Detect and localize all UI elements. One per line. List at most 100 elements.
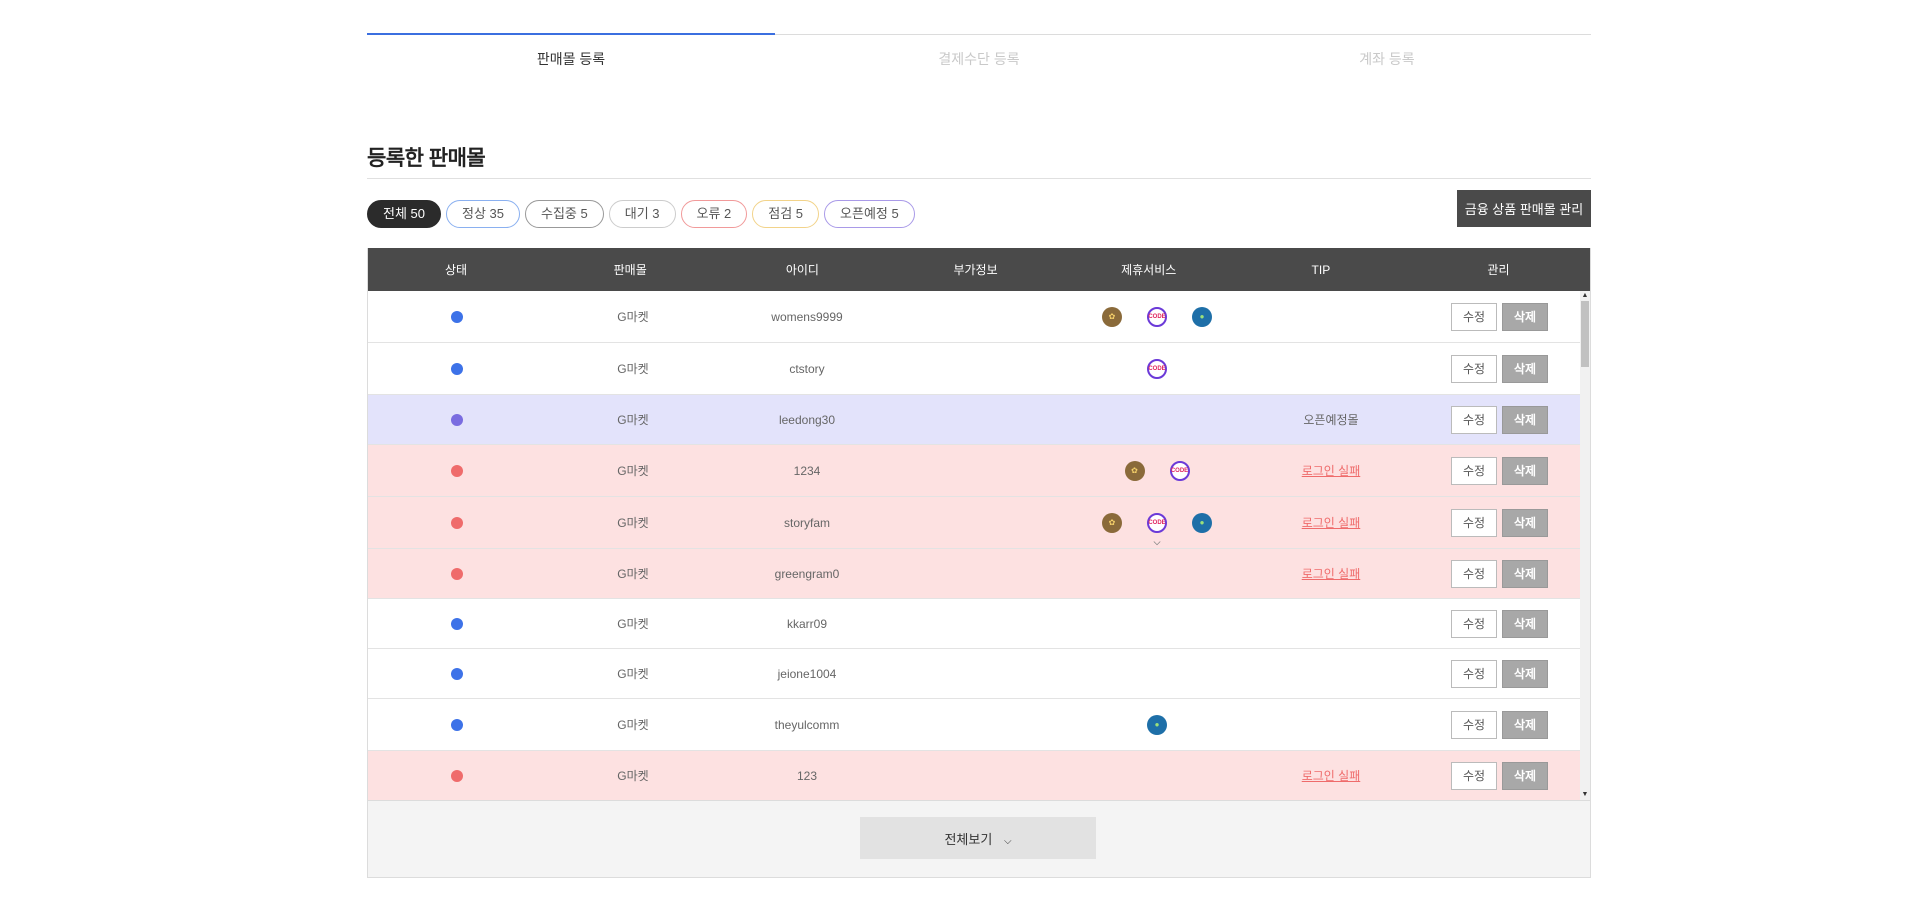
table-row: G마켓 kkarr09 수정 삭제 [368, 599, 1581, 649]
chevron-down-icon[interactable]: ⌵ [1154, 537, 1161, 548]
delete-button[interactable]: 삭제 [1502, 456, 1548, 485]
delete-button[interactable]: 삭제 [1502, 559, 1548, 588]
coin-service-icon[interactable]: ✿ [1102, 512, 1122, 533]
edit-button[interactable]: 수정 [1451, 354, 1497, 383]
filter-chip[interactable]: 정상 35 [446, 200, 520, 228]
delete-button[interactable]: 삭제 [1502, 659, 1548, 688]
status-cell [368, 310, 546, 323]
manage-cell: 수정 삭제 [1418, 609, 1581, 638]
mall-table: 상태 판매몰 아이디 부가정보 제휴서비스 TIP 관리 G마켓 womens99… [367, 248, 1591, 878]
tip-cell[interactable]: 로그인 실패 [1244, 565, 1418, 582]
code-service-icon[interactable]: CODE ⌵ [1147, 512, 1167, 547]
filter-chip[interactable]: 점검 5 [752, 200, 820, 228]
globe-service-icon[interactable]: ● [1192, 512, 1212, 533]
id-cell: womens9999 [771, 309, 843, 324]
status-dot-icon [451, 413, 463, 426]
id-cell: kkarr09 [786, 616, 827, 631]
delete-button[interactable]: 삭제 [1502, 508, 1548, 537]
mall-cell: G마켓 [617, 617, 649, 631]
table-scrollbar[interactable]: ▲ ▼ [1580, 291, 1590, 800]
edit-button[interactable]: 수정 [1451, 456, 1497, 485]
code-service-icon[interactable]: CODE [1169, 460, 1190, 481]
status-cell [368, 362, 546, 375]
edit-button[interactable]: 수정 [1451, 609, 1497, 638]
table-row: G마켓 theyulcomm ● 수정 삭제 [368, 699, 1581, 751]
globe-service-icon[interactable]: ● [1147, 714, 1167, 735]
view-all-label: 전체보기 [944, 831, 993, 847]
step-tabs: 판매몰 등록 결제수단 등록 계좌 등록 [367, 33, 1591, 74]
delete-button[interactable]: 삭제 [1502, 609, 1548, 638]
id-cell: theyulcomm [774, 717, 840, 732]
scroll-up-arrow-icon[interactable]: ▲ [1580, 291, 1590, 301]
login-fail-link[interactable]: 로그인 실패 [1302, 462, 1361, 479]
id-cell: jeione1004 [777, 666, 837, 681]
status-dot-icon [451, 769, 463, 782]
table-row: G마켓 leedong30 오픈예정몰 수정 삭제 [368, 395, 1581, 445]
mall-cell: G마켓 [617, 516, 649, 530]
header-id: 아이디 [785, 263, 819, 277]
filter-chip[interactable]: 오류 2 [680, 200, 748, 228]
filter-chip[interactable]: 전체 50 [367, 200, 441, 228]
id-cell: ctstory [789, 361, 825, 376]
filter-chip[interactable]: 수집중 5 [525, 200, 604, 228]
mall-cell: G마켓 [617, 567, 649, 581]
tip-cell[interactable]: 로그인 실패 [1244, 514, 1418, 531]
manage-cell: 수정 삭제 [1418, 761, 1581, 790]
manage-cell: 수정 삭제 [1418, 659, 1581, 688]
edit-button[interactable]: 수정 [1451, 761, 1497, 790]
edit-button[interactable]: 수정 [1451, 302, 1497, 331]
coin-service-icon[interactable]: ✿ [1124, 460, 1145, 481]
step-mall-register[interactable]: 판매몰 등록 [367, 33, 775, 74]
scroll-thumb[interactable] [1581, 301, 1589, 367]
filter-chip[interactable]: 오픈예정 5 [824, 200, 915, 228]
status-cell [368, 667, 546, 680]
filter-chip[interactable]: 대기 3 [608, 200, 676, 228]
section-title: 등록한 판매몰 [367, 147, 486, 170]
step-payment-register[interactable]: 결제수단 등록 [775, 34, 1183, 74]
edit-button[interactable]: 수정 [1451, 508, 1497, 537]
login-fail-link[interactable]: 로그인 실패 [1302, 767, 1361, 784]
edit-button[interactable]: 수정 [1451, 405, 1497, 434]
tip-cell[interactable]: 로그인 실패 [1244, 767, 1418, 784]
status-cell [368, 617, 546, 630]
delete-button[interactable]: 삭제 [1502, 354, 1548, 383]
financial-mall-manage-button[interactable]: 금융 상품 판매몰 관리 [1457, 190, 1591, 227]
manage-cell: 수정 삭제 [1418, 354, 1581, 383]
delete-button[interactable]: 삭제 [1502, 761, 1548, 790]
partner-service-cell: ✿ CODE ● [1070, 306, 1244, 327]
view-all-button[interactable]: 전체보기 ⌵ [860, 817, 1096, 859]
status-dot-icon [451, 362, 463, 375]
status-cell [368, 516, 546, 529]
login-fail-link[interactable]: 로그인 실패 [1302, 514, 1361, 531]
tip-cell[interactable]: 로그인 실패 [1244, 462, 1418, 479]
login-fail-link[interactable]: 로그인 실패 [1302, 565, 1361, 582]
table-header: 상태 판매몰 아이디 부가정보 제휴서비스 TIP 관리 [368, 248, 1590, 291]
manage-cell: 수정 삭제 [1418, 302, 1581, 331]
code-service-icon[interactable]: CODE [1147, 306, 1167, 327]
delete-button[interactable]: 삭제 [1502, 302, 1548, 331]
partner-service-cell: ✿ CODE [1070, 460, 1244, 481]
manage-cell: 수정 삭제 [1418, 456, 1581, 485]
globe-service-icon[interactable]: ● [1192, 306, 1212, 327]
table-row: G마켓 1234 ✿ CODE 로그인 실패 수정 삭제 [368, 445, 1581, 497]
edit-button[interactable]: 수정 [1451, 659, 1497, 688]
code-service-icon[interactable]: CODE [1147, 358, 1167, 379]
partner-service-cell: ● [1070, 714, 1244, 735]
scroll-down-arrow-icon[interactable]: ▼ [1580, 790, 1590, 800]
tip-text: 오픈예정몰 [1303, 413, 1359, 427]
edit-button[interactable]: 수정 [1451, 710, 1497, 739]
status-cell [368, 567, 546, 580]
table-row: G마켓 storyfam ✿ CODE ⌵ ● 로그인 실패 수정 삭제 [368, 497, 1581, 549]
step-label: 판매몰 등록 [536, 51, 606, 67]
edit-button[interactable]: 수정 [1451, 559, 1497, 588]
status-filters: 전체 50 정상 35 수집중 5 대기 3 오류 2 점검 5 오픈예정 5 [367, 200, 915, 228]
mall-cell: G마켓 [617, 362, 649, 376]
coin-service-icon[interactable]: ✿ [1102, 306, 1122, 327]
delete-button[interactable]: 삭제 [1502, 710, 1548, 739]
manage-cell: 수정 삭제 [1418, 710, 1581, 739]
delete-button[interactable]: 삭제 [1502, 405, 1548, 434]
table-row: G마켓 greengram0 로그인 실패 수정 삭제 [368, 549, 1581, 599]
header-partner-service: 제휴서비스 [1121, 263, 1177, 277]
step-account-register[interactable]: 계좌 등록 [1183, 34, 1591, 74]
id-cell: 123 [796, 768, 818, 783]
